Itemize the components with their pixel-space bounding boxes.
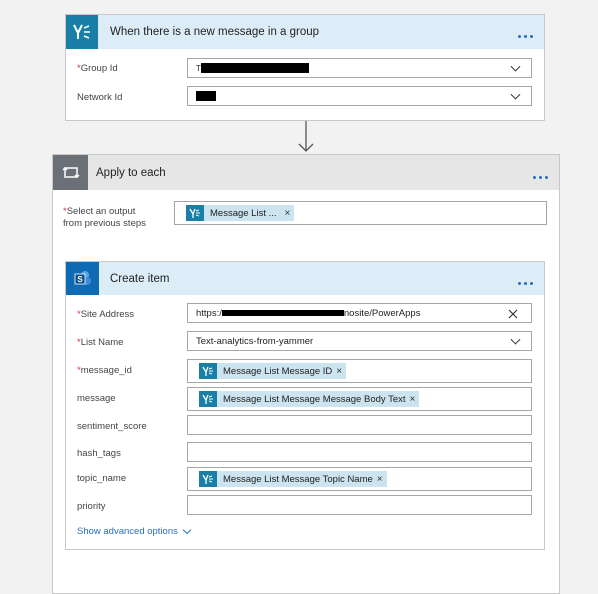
select-output-token: Message List ... × [186,205,295,221]
yammer-icon [199,471,217,487]
message-id-field[interactable]: Message List Message ID × [187,359,532,383]
yammer-icon [199,391,217,407]
clear-icon[interactable] [508,309,518,319]
message-token: Message List Message Message Body Text × [199,391,420,407]
list-name-dropdown[interactable]: Text-analytics-from-yammer [187,331,532,351]
chevron-down-icon [510,334,521,345]
token-label: Message List ... [210,207,277,219]
remove-token-icon[interactable]: × [285,208,291,219]
token-label: Message List Message ID [223,365,333,377]
list-name-label: *List Name [77,337,124,348]
yammer-icon [186,205,204,221]
site-address-label: *Site Address [77,309,135,320]
apply-each-header[interactable]: Apply to each [53,155,559,190]
redacted-block [196,91,216,101]
select-output-label: *Select an output from previous steps [63,206,146,229]
trigger-title: When there is a new message in a group [110,26,320,38]
sentiment-score-field[interactable] [187,415,532,435]
yammer-icon [66,15,98,49]
token-label: Message List Message Topic Name [223,473,373,485]
sentiment-score-label: sentiment_score [77,421,147,432]
redacted-block [200,63,309,73]
group-id-label: *Group Id [77,63,118,74]
create-item-more-button[interactable] [516,270,534,288]
chevron-down-icon [510,89,521,100]
site-address-prefix: https:/ [196,307,222,319]
topic-name-label: topic_name [77,473,127,484]
site-address-field[interactable]: https:/ nosite/PowerApps [187,303,532,323]
create-item-card: S Create item *Site Address https:/ nosit… [65,261,545,550]
down-arrow-icon [298,121,314,152]
message-id-label: *message_id [77,365,132,376]
select-output-field[interactable]: Message List ... × [174,201,547,225]
show-advanced-label: Show advanced options [77,526,178,537]
remove-token-icon[interactable]: × [336,366,342,377]
priority-field[interactable] [187,495,532,515]
token-label: Message List Message Message Body Text [223,393,406,405]
list-name-value: Text-analytics-from-yammer [196,335,314,347]
group-id-dropdown[interactable]: T [187,58,532,78]
hash-tags-field[interactable] [187,442,532,462]
chevron-down-icon [182,525,192,535]
remove-token-icon[interactable]: × [410,394,416,405]
trigger-more-button[interactable] [516,23,534,41]
priority-label: priority [77,501,106,512]
network-id-dropdown[interactable] [187,86,532,106]
apply-each-title: Apply to each [96,166,166,179]
apply-each-card: Apply to each *Select an output from pre… [52,154,560,594]
topic-name-field[interactable]: Message List Message Topic Name × [187,467,532,491]
svg-text:S: S [77,275,83,284]
trigger-card: When there is a new message in a group *… [65,14,545,121]
loop-icon [53,155,88,190]
network-id-label: Network Id [77,92,123,103]
create-item-title: Create item [110,272,170,285]
message-label: message [77,393,116,404]
message-id-token: Message List Message ID × [199,363,347,379]
sharepoint-icon: S [66,262,99,295]
site-address-suffix: nosite/PowerApps [343,307,421,319]
trigger-header[interactable]: When there is a new message in a group [66,15,544,49]
message-field[interactable]: Message List Message Message Body Text × [187,387,532,411]
yammer-icon [199,363,217,379]
remove-token-icon[interactable]: × [377,474,383,485]
chevron-down-icon [510,61,521,72]
show-advanced-options-link[interactable]: Show advanced options [77,525,192,537]
apply-each-more-button[interactable] [531,164,549,182]
topic-name-token: Message List Message Topic Name × [199,471,387,487]
hash-tags-label: hash_tags [77,448,121,459]
create-item-header[interactable]: S Create item [66,262,544,295]
redacted-block [221,310,344,316]
